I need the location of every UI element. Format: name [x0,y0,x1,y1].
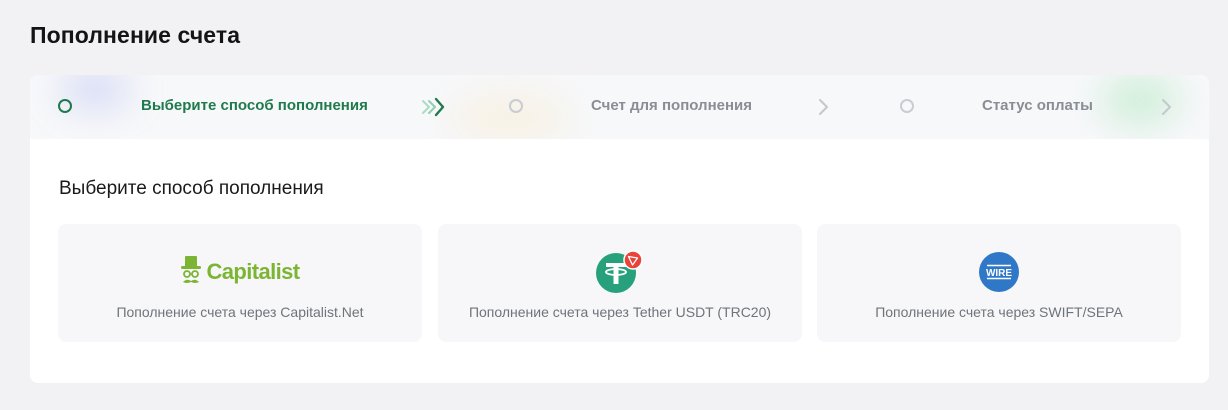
capitalist-logo-text: Capitalist [206,259,300,284]
deposit-card: Выберите способ пополнения Счет для попо… [30,75,1209,383]
wire-transfer-icon: WIRE [979,252,1019,292]
step-3-label: Статус оплаты [982,97,1093,114]
page-title: Пополнение счета [30,22,241,48]
swift-sepa-method-card[interactable]: WIRE Пополнение счета через SWIFT/SEPA [817,224,1181,342]
deposit-stepper: Выберите способ пополнения Счет для попо… [30,75,1209,139]
tether-method-card[interactable]: Пополнение счета через Tether USDT (TRC2… [438,224,802,342]
capitalist-mascot-icon [181,256,202,283]
step-3-indicator [900,99,914,113]
chevron-right-icon [1162,99,1171,115]
step-1-indicator [58,99,72,113]
step-1-label: Выберите способ пополнения [141,97,368,114]
double-chevron-right-icon [422,97,445,117]
capitalist-logo: Capitalist [58,252,422,292]
step-2-indicator [509,99,523,113]
capitalist-method-label: Пополнение счета через Capitalist.Net [116,304,364,320]
step-2-label: Счет для пополнения [591,97,753,114]
capitalist-method-card[interactable]: Capitalist Пополнение счета через Capita… [58,224,422,342]
chevron-right-icon [819,99,828,115]
wire-icon-text: WIRE [986,268,1012,279]
tether-usdt-trc20-icon [596,250,643,293]
swift-sepa-method-label: Пополнение счета через SWIFT/SEPA [875,304,1123,320]
section-title: Выберите способ пополнения [59,178,324,199]
tether-method-label: Пополнение счета через Tether USDT (TRC2… [468,304,772,320]
